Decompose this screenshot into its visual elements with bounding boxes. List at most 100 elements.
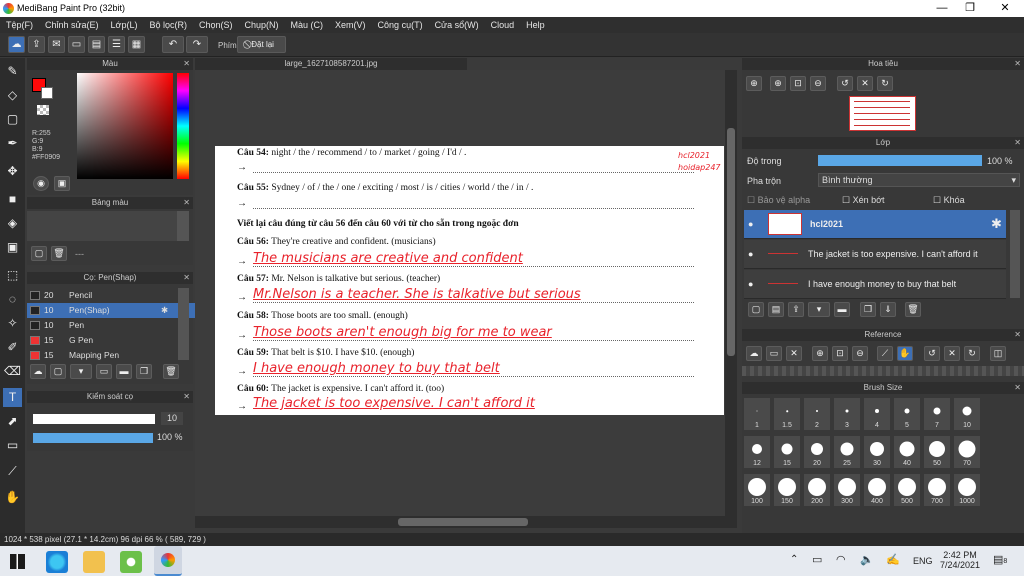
color-wheel-icon[interactable]: ◉ [33,176,49,191]
open-folder-icon[interactable]: ▭ [766,346,782,361]
menu-window[interactable]: Cửa sổ(W) [429,17,485,33]
notification-icon[interactable]: ▤8 [993,553,1007,566]
brush-size-option[interactable]: 1 [744,398,770,430]
brush-size-option[interactable]: 4 [864,398,890,430]
brush-tool-icon[interactable]: ✎ [3,62,22,81]
import-icon[interactable]: ⇪ [788,302,804,317]
menu-select[interactable]: Chọn(S) [193,17,239,33]
folder-open-icon[interactable]: ▬ [116,364,132,379]
opacity-slider[interactable] [33,433,153,443]
panel-close-icon[interactable]: ✕ [183,272,190,284]
brush-item-selected[interactable]: 10 Pen(Shap) ✱ [27,303,197,318]
redo-icon[interactable]: ↷ [186,36,208,53]
brush-size-option[interactable]: 150 [774,474,800,506]
layer-opacity-slider[interactable] [818,155,982,166]
menu-layer[interactable]: Lớp(L) [105,17,144,33]
brush-size-option[interactable]: 12 [744,436,770,468]
brush-size-option[interactable]: 25 [834,436,860,468]
brush-item[interactable]: 15 G Pen [27,333,197,348]
brush-size-option[interactable]: 20 [804,436,830,468]
gradient-tool-icon[interactable]: ▣ [3,238,22,257]
panel-close-icon[interactable]: ✕ [183,197,190,209]
menu-color[interactable]: Màu (C) [285,17,330,33]
palette-area[interactable] [27,211,177,241]
brush-size-option[interactable]: 1.5 [774,398,800,430]
fill-rect-tool-icon[interactable]: ■ [3,190,22,209]
document-icon[interactable]: ▤ [88,36,105,53]
app-icon[interactable] [120,551,142,573]
brush-size-option[interactable]: 1000 [954,474,980,506]
duplicate-icon[interactable]: ❐ [860,302,876,317]
reset-rotate-icon[interactable]: ✕ [857,76,873,91]
eyedropper-icon[interactable]: ⟋ [877,346,893,361]
add-halftone-layer-icon[interactable]: ▤ [768,302,784,317]
hand-icon[interactable]: ✋ [897,346,913,361]
hue-slider[interactable] [177,73,189,179]
brush-size-option[interactable]: 400 [864,474,890,506]
layer-menu-icon[interactable]: ▾ [808,302,830,317]
canvas-tab[interactable]: large_1627108587201.jpg [195,58,467,70]
gear-icon[interactable]: ✱ [991,216,1002,232]
zoom-out-icon[interactable]: ⊖ [852,346,868,361]
secondary-color-swatch[interactable] [41,87,53,99]
brush-size-option[interactable]: 10 [954,398,980,430]
undo-icon[interactable]: ↶ [162,36,184,53]
fit-icon[interactable]: ⊡ [832,346,848,361]
eye-icon[interactable]: ● [748,219,753,229]
layer-item[interactable]: ● I have enough money to buy that belt [744,270,1006,299]
medibang-taskbar-icon[interactable] [154,546,182,576]
folder-icon[interactable]: ▭ [96,364,112,379]
eye-icon[interactable]: ● [748,279,753,289]
chevron-up-icon[interactable]: ⌃ [790,554,798,565]
actual-size-icon[interactable]: ⊡ [790,76,806,91]
copy-icon[interactable]: ❐ [136,364,152,379]
magic-wand-icon[interactable]: ✧ [3,314,22,333]
panel-close-icon[interactable]: ✕ [1014,137,1021,149]
text-tool-icon[interactable]: T [3,388,22,407]
zoom-in-icon[interactable]: ⊕ [812,346,828,361]
brush-size-option[interactable]: 15 [774,436,800,468]
lock-checkbox[interactable]: ☐ Khóa [933,195,965,206]
flip-icon[interactable]: ◫ [990,346,1006,361]
minimize-button[interactable]: — [927,0,957,17]
brush-item[interactable]: 10 Pen [27,318,197,333]
cloud-download-icon[interactable]: ☁ [30,364,46,379]
brush-item[interactable]: 20 Pencil [27,288,197,303]
cloud-icon[interactable]: ☁ [746,346,762,361]
file-explorer-icon[interactable] [83,551,105,573]
rotate-right-icon[interactable]: ↻ [964,346,980,361]
rotate-left-icon[interactable]: ↺ [924,346,940,361]
bucket-tool-icon[interactable]: ◈ [3,214,22,233]
brush-menu-icon[interactable]: ▾ [70,364,92,379]
close-button[interactable]: ✕ [990,0,1020,17]
divide-tool-icon[interactable]: ▭ [3,436,22,455]
menu-edit[interactable]: Chỉnh sửa(E) [39,17,105,33]
color-gradient-picker[interactable] [77,73,173,179]
document-canvas[interactable]: Câu 54: night / the / recommend / to / m… [215,146,724,415]
menu-file[interactable]: Tệp(F) [0,17,39,33]
folder-icon[interactable]: ▬ [834,302,850,317]
brush-item[interactable]: 15 Mapping Pen [27,348,197,360]
menu-cloud[interactable]: Cloud [485,17,521,33]
brush-size-option[interactable]: 7 [924,398,950,430]
lasso-tool-icon[interactable]: ◌ [3,290,22,309]
clock[interactable]: 2:42 PM 7/24/2021 [940,550,980,570]
maximize-button[interactable]: ❐ [955,0,985,17]
new-page-icon[interactable]: ▢ [31,246,47,261]
network-icon[interactable]: ▭ [812,553,822,566]
brush-size-option[interactable]: 5 [894,398,920,430]
panel-close-icon[interactable]: ✕ [1014,58,1021,70]
move-tool-icon[interactable]: ✥ [3,162,22,181]
panel-close-icon[interactable]: ✕ [1014,329,1021,341]
hscroll-thumb[interactable] [398,518,528,526]
brush-size-option[interactable]: 100 [744,474,770,506]
eyedropper-icon[interactable]: ⟋ [3,462,22,481]
transparent-swatch[interactable] [37,105,49,115]
operation-tool-icon[interactable]: ⬈ [3,412,22,431]
brush-list-scrollbar[interactable] [178,288,189,360]
palette-scrollbar[interactable] [177,211,189,241]
rotate-left-icon[interactable]: ↺ [837,76,853,91]
menu-tools[interactable]: Công cụ(T) [372,17,429,33]
pen-icon[interactable]: ✍ [886,553,900,566]
comment-icon[interactable]: ✉ [48,36,65,53]
